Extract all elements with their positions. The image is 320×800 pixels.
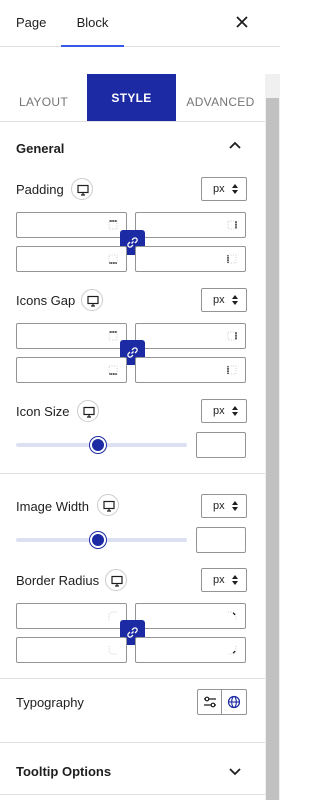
image-width-device-button[interactable] <box>97 494 119 516</box>
tab-layout[interactable]: LAYOUT <box>0 74 87 121</box>
padding-unit: px <box>213 183 225 195</box>
icon-size-slider[interactable] <box>16 437 187 453</box>
tab-style[interactable]: STYLE <box>87 74 176 121</box>
sort-arrows-icon <box>232 406 238 416</box>
desktop-icon <box>111 575 123 587</box>
desktop-icon <box>83 406 95 418</box>
radius-bottom-left-input[interactable] <box>16 637 127 663</box>
desktop-icon <box>87 295 99 307</box>
padding-left-input[interactable] <box>135 246 246 272</box>
image-width-input[interactable] <box>196 527 246 553</box>
radius-bottom-right-input[interactable] <box>135 637 246 663</box>
icons-gap-top-input[interactable] <box>16 323 127 349</box>
sort-arrows-icon <box>232 295 238 305</box>
image-width-slider[interactable] <box>16 532 187 548</box>
sort-arrows-icon <box>232 184 238 194</box>
icon-size-slider-thumb[interactable] <box>90 437 107 453</box>
icons-gap-unit: px <box>213 294 225 306</box>
image-width-unit-select[interactable]: px <box>201 494 247 518</box>
sliders-icon <box>204 696 216 708</box>
tab-advanced[interactable]: ADVANCED <box>176 74 265 121</box>
style-tabs: LAYOUT STYLE ADVANCED <box>0 74 265 122</box>
padding-right-input[interactable] <box>135 212 246 238</box>
icon-size-unit-select[interactable]: px <box>201 399 247 423</box>
border-radius-label: Border Radius <box>16 573 100 588</box>
icons-gap-left-input[interactable] <box>135 357 246 383</box>
tooltip-options-title[interactable]: Tooltip Options <box>16 764 111 779</box>
typography-settings-button[interactable] <box>198 690 222 714</box>
chevron-down-icon[interactable] <box>229 765 241 777</box>
icons-gap-bottom-input[interactable] <box>16 357 127 383</box>
image-width-slider-thumb[interactable] <box>90 532 107 548</box>
divider <box>0 678 265 679</box>
chevron-up-icon[interactable] <box>229 140 241 152</box>
padding-bottom-input[interactable] <box>16 246 127 272</box>
border-radius-unit: px <box>213 574 225 586</box>
icons-gap-device-button[interactable] <box>81 289 103 311</box>
style-panel: General Padding px Icons Gap px Icon Siz… <box>0 122 265 800</box>
sort-arrows-icon <box>232 501 238 511</box>
desktop-icon <box>77 184 89 196</box>
icons-gap-unit-select[interactable]: px <box>201 288 247 312</box>
icons-gap-right-input[interactable] <box>135 323 246 349</box>
scrollbar-thumb[interactable] <box>266 98 279 800</box>
divider <box>0 794 265 795</box>
divider <box>0 742 265 743</box>
typography-label: Typography <box>16 695 84 710</box>
close-icon[interactable] <box>234 14 250 30</box>
tab-page[interactable]: Page <box>16 0 46 46</box>
radius-top-left-input[interactable] <box>16 603 127 629</box>
border-radius-unit-select[interactable]: px <box>201 568 247 592</box>
icon-size-device-button[interactable] <box>77 400 99 422</box>
icon-size-label: Icon Size <box>16 404 70 419</box>
typography-global-button[interactable] <box>222 690 246 714</box>
icon-size-unit: px <box>213 405 225 417</box>
general-section-title[interactable]: General <box>16 141 64 156</box>
desktop-icon <box>103 500 115 512</box>
border-radius-device-button[interactable] <box>105 569 127 591</box>
divider <box>0 473 265 474</box>
sort-arrows-icon <box>232 575 238 585</box>
image-width-unit: px <box>213 500 225 512</box>
radius-top-right-input[interactable] <box>135 603 246 629</box>
icons-gap-label: Icons Gap <box>16 293 76 308</box>
tabs-spacer <box>0 47 280 74</box>
padding-unit-select[interactable]: px <box>201 177 247 201</box>
padding-device-button[interactable] <box>71 178 93 200</box>
image-width-label: Image Width <box>16 499 89 514</box>
icon-size-input[interactable] <box>196 432 246 458</box>
padding-top-input[interactable] <box>16 212 127 238</box>
padding-label: Padding <box>16 182 64 197</box>
tab-block[interactable]: Block <box>61 0 124 47</box>
typography-controls <box>197 689 247 715</box>
globe-icon <box>227 695 241 709</box>
inspector-tabs: Page Block <box>0 0 280 47</box>
